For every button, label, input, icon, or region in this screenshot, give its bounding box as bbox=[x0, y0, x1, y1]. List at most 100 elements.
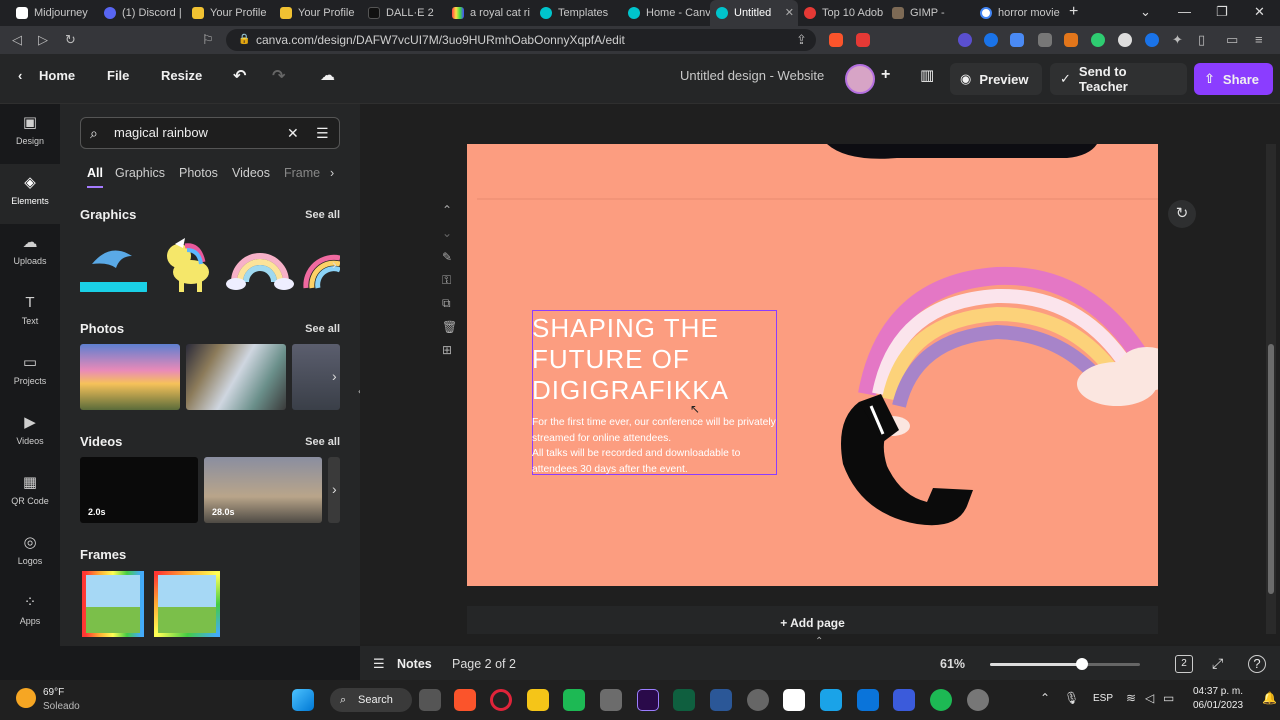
new-tab-icon[interactable]: + bbox=[1069, 3, 1078, 21]
app-icon[interactable] bbox=[600, 689, 622, 711]
browser-tab-active[interactable]: Untitled ✕ bbox=[710, 0, 798, 26]
task-view-icon[interactable] bbox=[419, 689, 441, 711]
photos-icon[interactable] bbox=[820, 689, 842, 711]
rail-item-videos[interactable]: ▶ Videos bbox=[0, 404, 60, 464]
extension-icon[interactable] bbox=[1091, 33, 1105, 47]
extension-icon[interactable] bbox=[1038, 33, 1052, 47]
avatar[interactable] bbox=[845, 64, 875, 94]
settings-gear-icon[interactable] bbox=[967, 689, 989, 711]
weather-desc[interactable]: Soleado bbox=[43, 701, 80, 712]
rail-item-elements[interactable]: ◈ Elements bbox=[0, 164, 60, 224]
app-icon[interactable] bbox=[893, 689, 915, 711]
bookmark-icon[interactable]: ⚐ bbox=[202, 32, 214, 48]
brave-icon[interactable] bbox=[454, 689, 476, 711]
filter-tab-graphics[interactable]: Graphics bbox=[115, 166, 165, 180]
photos-see-all-link[interactable]: See all bbox=[305, 323, 340, 335]
browser-tab[interactable]: a royal cat ri bbox=[446, 0, 534, 26]
zoom-slider-handle[interactable] bbox=[1076, 658, 1088, 670]
menu-icon[interactable]: ≡ bbox=[1255, 32, 1263, 47]
chrome-icon[interactable] bbox=[747, 689, 769, 711]
pages-grid-button[interactable]: 2 bbox=[1175, 655, 1193, 673]
graphic-unicorn[interactable] bbox=[155, 234, 220, 296]
graphic-dolphin[interactable] bbox=[80, 234, 147, 294]
notification-icon[interactable]: 🔔 bbox=[1262, 691, 1277, 705]
browser-tab[interactable]: Templates bbox=[534, 0, 622, 26]
extension-icon[interactable] bbox=[1010, 33, 1024, 47]
chevron-down-icon[interactable]: ⌄ bbox=[1140, 4, 1151, 20]
cloud-saved-icon[interactable]: ☁ bbox=[320, 66, 335, 84]
page-up-icon[interactable]: ⌃ bbox=[442, 203, 452, 217]
chevron-right-icon[interactable]: › bbox=[332, 368, 337, 384]
rail-item-projects[interactable]: ▭ Projects bbox=[0, 344, 60, 404]
wifi-icon[interactable]: ≋ bbox=[1126, 691, 1136, 705]
metamask-icon[interactable] bbox=[1064, 33, 1078, 47]
clock-time[interactable]: 04:37 p. m. bbox=[1193, 686, 1243, 697]
extension-icon[interactable] bbox=[984, 33, 998, 47]
browser-tab[interactable]: horror movie bbox=[974, 0, 1062, 26]
clock-date[interactable]: 06/01/2023 bbox=[1193, 700, 1243, 711]
wallet-icon[interactable]: ▭ bbox=[1226, 32, 1238, 48]
reload-icon[interactable]: ↻ bbox=[65, 32, 76, 48]
lock-page-icon[interactable]: ⚿ bbox=[442, 273, 451, 288]
app-icon[interactable] bbox=[563, 689, 585, 711]
browser-tab[interactable]: Your Profile bbox=[186, 0, 274, 26]
graphics-see-all-link[interactable]: See all bbox=[305, 209, 340, 221]
add-page-button[interactable]: + Add page bbox=[467, 606, 1158, 634]
notes-icon[interactable]: ☰ bbox=[373, 656, 385, 672]
search-input[interactable]: ⌕ magical rainbow ✕ ☰ bbox=[80, 117, 340, 149]
filter-tab-frames[interactable]: Frame bbox=[284, 166, 320, 180]
rail-item-qr-code[interactable]: ▦ QR Code bbox=[0, 464, 60, 524]
redo-icon[interactable]: ↷ bbox=[272, 66, 285, 86]
puzzle-icon[interactable]: ✦ bbox=[1172, 32, 1183, 48]
delete-page-icon[interactable]: 🗑 bbox=[442, 320, 457, 334]
app-icon[interactable] bbox=[710, 689, 732, 711]
maximize-icon[interactable]: ❐ bbox=[1216, 4, 1228, 20]
videos-see-all-link[interactable]: See all bbox=[305, 436, 340, 448]
browser-tab[interactable]: Midjourney bbox=[10, 0, 98, 26]
insights-icon[interactable]: ▥ bbox=[920, 66, 934, 84]
browser-tab[interactable]: Home - Canv bbox=[622, 0, 710, 26]
help-icon[interactable]: ? bbox=[1248, 655, 1266, 673]
file-menu-button[interactable]: File bbox=[107, 68, 129, 83]
duplicate-page-icon[interactable]: ⧉ bbox=[442, 296, 451, 311]
browser-tab[interactable]: Top 10 Adob bbox=[798, 0, 886, 26]
file-explorer-icon[interactable] bbox=[527, 689, 549, 711]
home-button[interactable]: Home bbox=[39, 68, 75, 83]
zoom-slider[interactable] bbox=[990, 658, 1140, 670]
address-bar[interactable]: 🔒 canva.com/design/DAFW7vcUI7M/3uo9HURmhO… bbox=[226, 29, 816, 51]
rail-item-text[interactable]: T Text bbox=[0, 284, 60, 344]
language-indicator[interactable]: ESP bbox=[1093, 693, 1113, 704]
windows-start-icon[interactable] bbox=[292, 689, 314, 711]
scrollbar-thumb[interactable] bbox=[1268, 344, 1274, 594]
extension-icon[interactable] bbox=[1118, 33, 1132, 47]
chevron-right-icon[interactable]: › bbox=[330, 166, 334, 180]
filter-icon[interactable]: ☰ bbox=[316, 118, 329, 148]
opera-icon[interactable] bbox=[490, 689, 512, 711]
edit-notes-icon[interactable]: ✎ bbox=[442, 250, 452, 264]
close-tab-icon[interactable]: ✕ bbox=[785, 6, 794, 19]
add-collaborator-icon[interactable]: + bbox=[881, 66, 890, 84]
design-heading[interactable]: SHAPING THE FUTURE OF DIGIGRAFIKKA bbox=[532, 313, 777, 406]
browser-tab[interactable]: DALL·E 2 bbox=[362, 0, 450, 26]
sidebar-icon[interactable]: ▯ bbox=[1198, 32, 1205, 48]
browser-tab[interactable]: Your Profile bbox=[274, 0, 362, 26]
extension-icon[interactable] bbox=[958, 33, 972, 47]
minimize-icon[interactable]: — bbox=[1178, 4, 1191, 19]
brave-shield-icon[interactable] bbox=[829, 33, 843, 47]
forward-icon[interactable]: ▷ bbox=[38, 32, 48, 48]
frame-thumbnail[interactable] bbox=[82, 571, 144, 637]
extension-icon[interactable] bbox=[1145, 33, 1159, 47]
browser-tab[interactable]: GIMP - bbox=[886, 0, 974, 26]
graphic-rainbow-clouds[interactable] bbox=[226, 242, 294, 297]
refresh-assistant-icon[interactable]: ↻ bbox=[1168, 200, 1196, 228]
fullscreen-icon[interactable]: ⤢ bbox=[1212, 655, 1223, 672]
zoom-level[interactable]: 61% bbox=[940, 657, 965, 671]
photo-thumbnail[interactable] bbox=[80, 344, 180, 410]
taskbar-search[interactable]: ⌕ Search bbox=[330, 688, 412, 712]
rail-item-logos[interactable]: ◎ Logos bbox=[0, 524, 60, 584]
filter-tab-videos[interactable]: Videos bbox=[232, 166, 270, 180]
page-indicator[interactable]: Page 2 of 2 bbox=[452, 657, 516, 671]
back-chevron-icon[interactable]: ‹ bbox=[18, 68, 22, 83]
back-icon[interactable]: ◁ bbox=[12, 32, 22, 48]
undo-icon[interactable]: ↶ bbox=[233, 66, 246, 86]
